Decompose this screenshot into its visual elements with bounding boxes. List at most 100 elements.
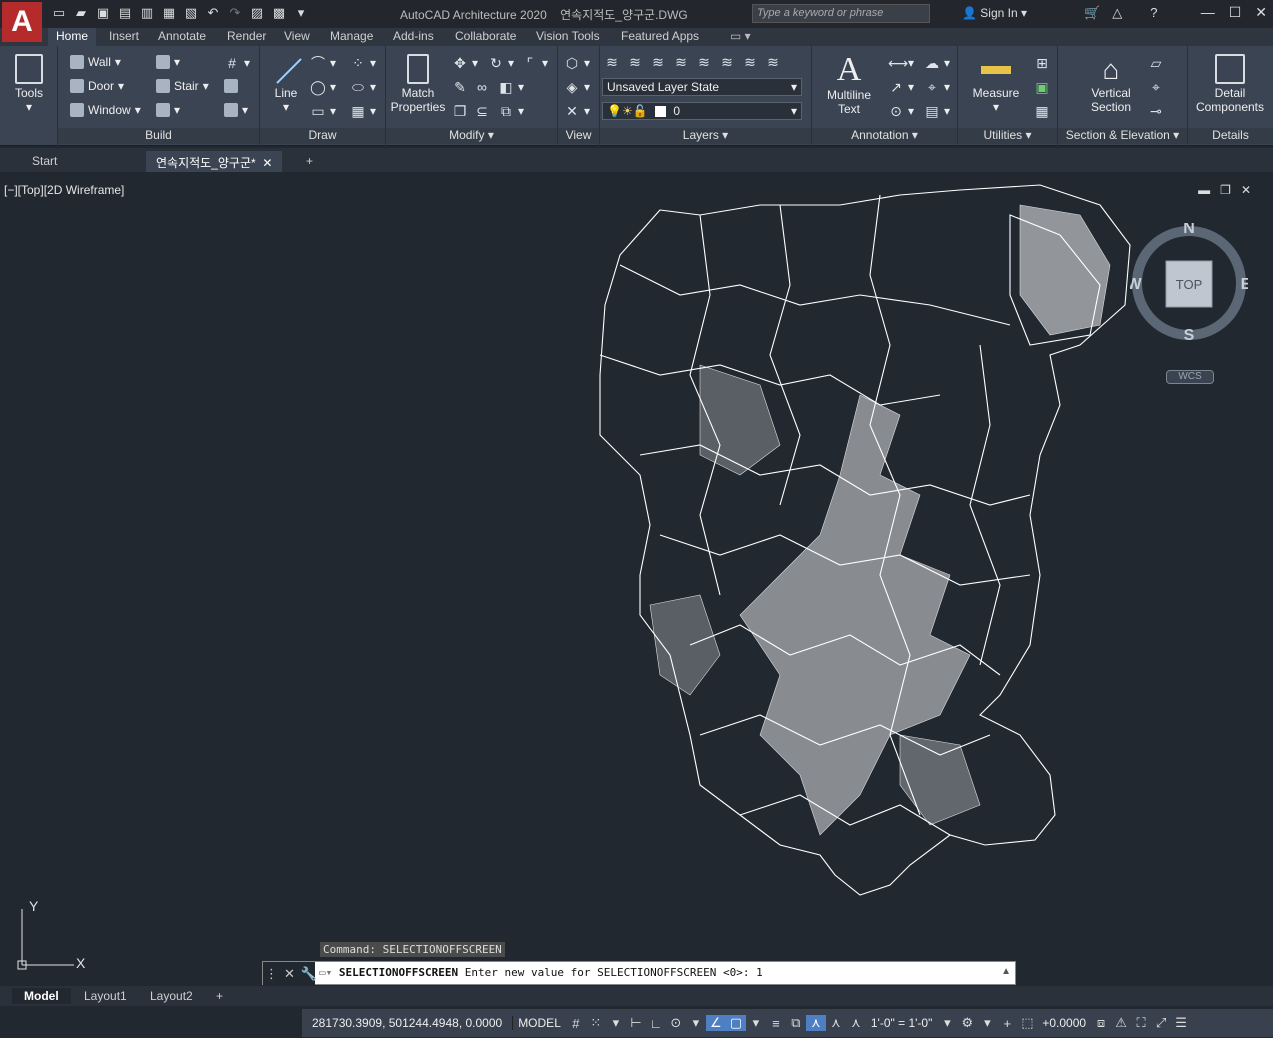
calc-button[interactable]: ▦ [1034,103,1050,119]
rectangle-button[interactable]: ▭ ▾ [310,103,336,119]
calculator-button[interactable]: ▣ [1034,79,1050,95]
annotation-visibility-icon[interactable]: ⋏ [805,1015,826,1031]
tools-button[interactable]: Tools ▾ [8,54,50,114]
detail-components-button[interactable]: Detail Components [1190,54,1270,114]
panel-title-section[interactable]: Section & Elevation ▾ [1058,128,1187,144]
command-prompt[interactable]: ▭▾ SELECTIONOFFSCREEN Enter new value fo… [319,966,763,979]
array-button[interactable]: ∞ [474,79,490,95]
start-tab[interactable]: Start [22,151,67,172]
status-menu-icon[interactable]: ☰ [1171,1015,1191,1031]
close-icon[interactable]: ✕ [1255,4,1267,21]
snap-menu-icon[interactable]: ▾ [606,1015,626,1031]
elevation-mark-button[interactable]: ⊸ [1148,103,1164,119]
polar-tracking-icon[interactable]: ⊙ [666,1015,686,1031]
fullscreen-icon[interactable]: ⤢ [1151,1015,1171,1031]
copy-button[interactable]: ❐ [452,103,468,119]
line-button[interactable]: Line ▾ [266,54,306,114]
search-input[interactable]: Type a keyword or phrase [752,4,930,23]
revision-cloud-button[interactable]: ☁ ▾ [924,55,950,71]
callout-button[interactable]: ⌖ [1148,79,1164,95]
tab-add-ins[interactable]: Add-ins [385,28,442,46]
ortho-icon[interactable]: ∟ [646,1016,666,1031]
open-icon[interactable]: ▰ [72,4,90,22]
help-icon[interactable]: ? [1150,5,1157,21]
tab-layout1[interactable]: Layout1 [72,988,139,1004]
cart-icon[interactable]: 🛒 [1084,5,1100,21]
multiline-text-button[interactable]: A Multiline Text [820,52,878,117]
scale-button[interactable]: ⧉ ▾ [498,103,524,119]
panel-title-modify[interactable]: Modify ▾ [386,128,557,144]
roof-button[interactable]: ▾ [156,55,180,69]
minimize-icon[interactable]: — [1201,4,1215,21]
compass-s[interactable]: S [1184,327,1195,341]
auto-scale-icon[interactable]: ⋏ [826,1015,846,1031]
layer-freeze-icon[interactable]: ≋ [673,54,689,70]
workspace-icon[interactable]: ▨ [248,4,266,22]
offset-button[interactable]: ⊆ [474,103,490,119]
layer-match-icon[interactable]: ≋ [719,54,735,70]
maximize-icon[interactable]: ☐ [1229,4,1242,21]
elevation-label-button[interactable]: ⌖ ▾ [924,79,950,95]
stair-button[interactable]: Stair ▾ [156,79,209,93]
layer-off-icon[interactable]: ≋ [627,54,643,70]
infer-constraints-icon[interactable]: ⊢ [626,1015,646,1031]
layer-merge-icon[interactable]: ≋ [765,54,781,70]
tab-featured-apps[interactable]: Featured Apps [613,28,707,46]
navigation-button[interactable]: ◈ ▾ [564,79,590,95]
grid-button[interactable]: # ▾ [224,55,250,71]
hatch-button[interactable]: ▦ ▾ [350,103,376,119]
plot-preview-icon[interactable]: ▥ [138,4,156,22]
tab-render[interactable]: Render [219,28,274,46]
viewcube-top-face[interactable]: TOP [1176,277,1203,292]
clean-screen-icon[interactable]: ⛶ [1131,1015,1151,1031]
drawing-tab[interactable]: 연속지적도_양구군* ✕ [146,151,283,172]
erase-button[interactable]: ✎ [452,79,468,95]
window-button[interactable]: Window ▾ [70,103,141,117]
add-layout-button[interactable]: + [204,988,235,1004]
publish-icon[interactable]: ▦ [160,4,178,22]
tab-annotate[interactable]: Annotate [150,28,214,46]
command-line[interactable]: ⋮ ✕ 🔧 ▭▾ SELECTIONOFFSCREEN Enter new va… [262,961,1016,986]
space-button[interactable] [224,79,238,93]
tab-insert[interactable]: Insert [101,28,147,46]
tab-home[interactable]: Home [48,28,97,46]
close-command-icon[interactable]: ✕ [284,966,295,982]
application-menu-button[interactable]: A [2,2,42,42]
print-icon[interactable]: ▧ [182,4,200,22]
vertical-section-button[interactable]: ⌂ Vertical Section [1080,54,1142,114]
a360-icon[interactable]: △ [1112,5,1122,21]
visual-style-button[interactable]: ✕ ▾ [564,103,590,119]
wcs-menu[interactable]: WCS [1166,370,1214,384]
qat-menu-icon[interactable]: ▾ [292,4,310,22]
rotate-button[interactable]: ↻ ▾ [488,55,514,71]
viewcube-toggle-button[interactable]: ⬡ ▾ [564,55,590,71]
coordinates-display[interactable]: 281730.3909, 501244.4948, 0.0000 [302,1016,514,1030]
osnap-menu-icon[interactable]: ▾ [746,1015,766,1031]
isolate-objects-icon[interactable]: ⧈ [1091,1015,1111,1031]
measure-button[interactable]: Measure ▾ [966,54,1026,114]
leader-button[interactable]: ↗ ▾ [888,79,914,95]
workspace-menu-icon[interactable]: ▾ [977,1015,997,1031]
layer-walk-icon[interactable]: ≋ [742,54,758,70]
command-history-toggle-icon[interactable]: ▲ [1001,966,1011,977]
annotation-scale-icon[interactable]: ⋏ [846,1015,866,1031]
new-tab-button[interactable]: + [296,151,323,172]
wall-button[interactable]: Wall ▾ [70,55,121,69]
ellipse-button[interactable]: ⬭ ▾ [350,79,376,95]
compass-n[interactable]: N [1183,223,1195,237]
tab-layout2[interactable]: Layout2 [138,988,205,1004]
scale-menu-icon[interactable]: ▾ [937,1015,957,1031]
save-icon[interactable]: ▣ [94,4,112,22]
layer-state-dropdown[interactable]: Unsaved Layer State ▾ [602,78,802,96]
table-button[interactable]: ▤ ▾ [924,103,950,119]
match-properties-button[interactable]: Match Properties [388,54,448,114]
grip-icon[interactable]: ⋮ [265,966,278,982]
polyline-button[interactable]: ⌒ ▾ [310,55,336,71]
elevation-value[interactable]: +0.0000 [1037,1016,1091,1030]
recent-commands-icon[interactable]: ▭▾ [319,966,332,979]
save-as-icon[interactable]: ▤ [116,4,134,22]
snap-mode-icon[interactable]: ⁙ [586,1015,606,1031]
compass-e[interactable]: E [1241,276,1248,293]
dimension-button[interactable]: ⟷ ▾ [888,55,914,71]
close-tab-icon[interactable]: ✕ [262,156,272,170]
